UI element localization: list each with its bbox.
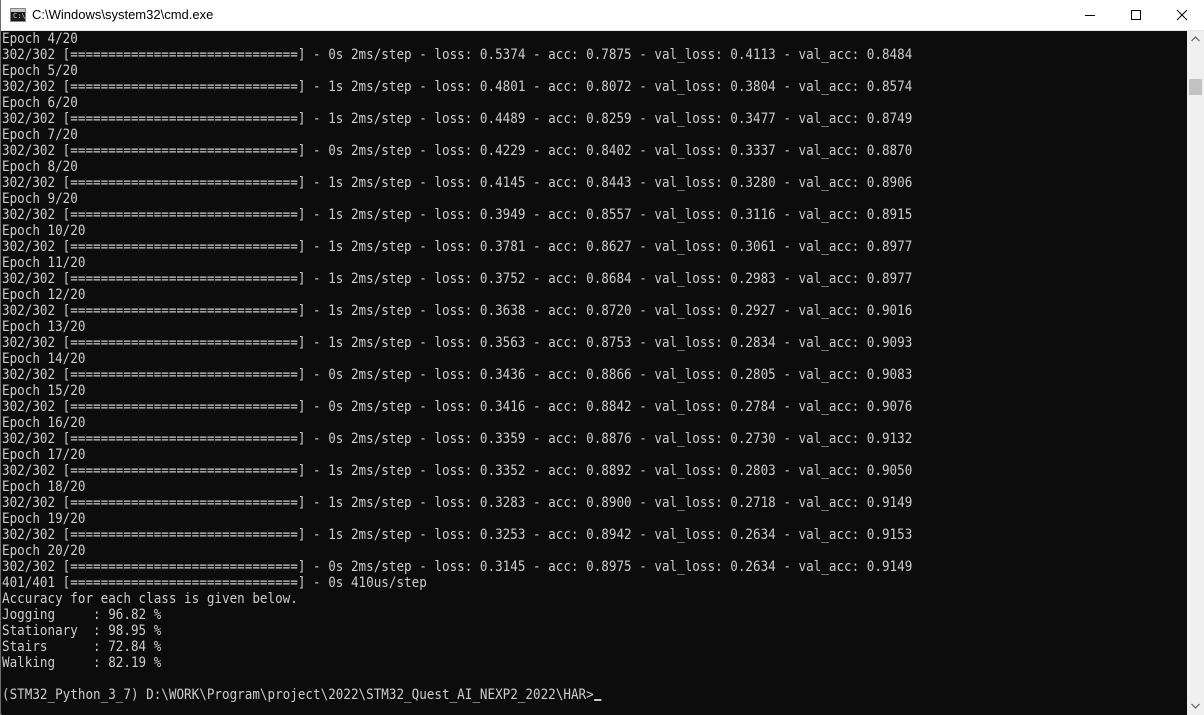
console-line: Epoch 4/20 — [2, 31, 78, 47]
console-line: Stationary : 98.95 % — [2, 623, 162, 639]
console-output[interactable]: Epoch 4/20 302/302 [=====================… — [2, 31, 1187, 715]
chevron-up-icon — [1191, 36, 1200, 42]
console-line: 302/302 [==============================]… — [2, 239, 913, 255]
vertical-scrollbar[interactable] — [1187, 31, 1204, 715]
minimize-icon — [1085, 15, 1095, 16]
console-line: 302/302 [==============================]… — [2, 47, 913, 63]
console-line: 302/302 [==============================]… — [2, 335, 913, 351]
console-line: Epoch 12/20 — [2, 287, 86, 303]
console-line: Epoch 11/20 — [2, 255, 86, 271]
window-title: C:\Windows\system32\cmd.exe — [32, 7, 214, 22]
console-lines: Epoch 4/20 302/302 [=====================… — [2, 31, 912, 703]
console-line: 302/302 [==============================]… — [2, 431, 913, 447]
console-line: Epoch 6/20 — [2, 95, 78, 111]
console-line: Epoch 14/20 — [2, 351, 86, 367]
scroll-down-button[interactable] — [1187, 698, 1204, 715]
console-line: 302/302 [==============================]… — [2, 463, 913, 479]
console-line: Epoch 9/20 — [2, 191, 78, 207]
console-line: Walking : 82.19 % — [2, 655, 162, 671]
console-line: Epoch 13/20 — [2, 319, 86, 335]
title-bar[interactable]: C:\ C:\Windows\system32\cmd.exe — [1, 0, 1204, 31]
scroll-thumb[interactable] — [1189, 79, 1202, 95]
console-line: 302/302 [==============================]… — [2, 111, 913, 127]
console-line: 401/401 [==============================]… — [2, 575, 427, 591]
console-line: Epoch 5/20 — [2, 63, 78, 79]
console-line: Epoch 10/20 — [2, 223, 86, 239]
cmd-prompt-icon[interactable]: C:\ — [10, 8, 26, 22]
console-line: Epoch 8/20 — [2, 159, 78, 175]
console-line: Epoch 7/20 — [2, 127, 78, 143]
console-line: Epoch 16/20 — [2, 415, 86, 431]
command-prompt: (STM32_Python_3_7) D:\WORK\Program\proje… — [2, 687, 594, 703]
maximize-button[interactable] — [1113, 0, 1159, 31]
console-line: Epoch 15/20 — [2, 383, 86, 399]
console-line: 302/302 [==============================]… — [2, 79, 913, 95]
console-line: Epoch 20/20 — [2, 543, 86, 559]
minimize-button[interactable] — [1067, 0, 1113, 31]
console-line: 302/302 [==============================]… — [2, 303, 913, 319]
console-line: Epoch 17/20 — [2, 447, 86, 463]
console-line: 302/302 [==============================]… — [2, 143, 913, 159]
console-line: Stairs : 72.84 % — [2, 639, 162, 655]
maximize-icon — [1131, 10, 1141, 20]
console-line: 302/302 [==============================]… — [2, 559, 913, 575]
console-line: Jogging : 96.82 % — [2, 607, 162, 623]
console-line: 302/302 [==============================]… — [2, 271, 913, 287]
scroll-up-button[interactable] — [1187, 31, 1204, 48]
cmd-window: C:\ C:\Windows\system32\cmd.exe Epoch 4/… — [0, 0, 1204, 715]
console-line: 302/302 [==============================]… — [2, 527, 913, 543]
console-line: 302/302 [==============================]… — [2, 367, 913, 383]
text-cursor — [594, 699, 602, 701]
console-line: 302/302 [==============================]… — [2, 399, 913, 415]
close-icon — [1176, 9, 1188, 21]
console-line: Accuracy for each class is given below. — [2, 591, 298, 607]
console-line: Epoch 19/20 — [2, 511, 86, 527]
chevron-down-icon — [1191, 703, 1200, 709]
close-button[interactable] — [1159, 0, 1204, 31]
console-line: 302/302 [==============================]… — [2, 495, 913, 511]
console-line: 302/302 [==============================]… — [2, 207, 913, 223]
console-line: Epoch 18/20 — [2, 479, 86, 495]
console-line: 302/302 [==============================]… — [2, 175, 913, 191]
command-prompt-line[interactable]: (STM32_Python_3_7) D:\WORK\Program\proje… — [2, 687, 912, 703]
